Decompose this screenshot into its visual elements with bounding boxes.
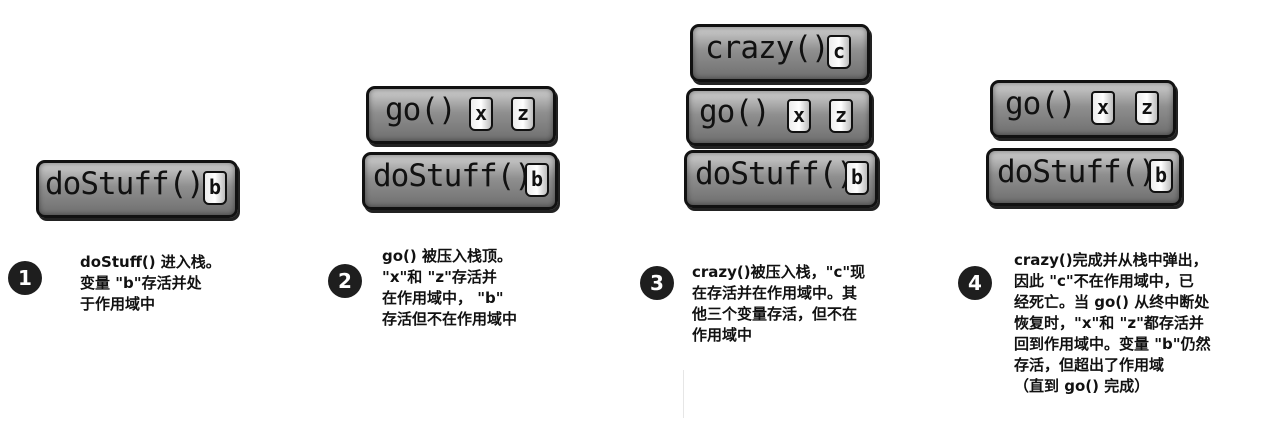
variable-cup-z: z: [1135, 91, 1159, 125]
variable-name: z: [1140, 95, 1154, 119]
frame-label: doStuff(): [45, 166, 205, 202]
variable-name: z: [834, 103, 848, 127]
step-number-badge: 1: [8, 261, 42, 295]
step-number-badge: 2: [328, 264, 362, 298]
variable-cup-b: b: [1149, 159, 1173, 193]
variable-name: z: [516, 101, 530, 125]
stack-frame-go: go() x z: [990, 80, 1176, 138]
variable-name: b: [208, 175, 222, 199]
frame-label: crazy(): [705, 30, 830, 66]
variable-cup-z: z: [829, 99, 853, 133]
frame-label: doStuff(): [997, 154, 1157, 190]
frame-label: go(): [1005, 86, 1077, 122]
step-number-badge: 3: [640, 266, 674, 300]
variable-name: x: [1096, 95, 1110, 119]
stack-frame-dostuff: doStuff() b: [684, 150, 878, 208]
variable-cup-b: b: [845, 161, 869, 195]
variable-cup-z: z: [511, 97, 535, 131]
variable-cup-x: x: [469, 97, 493, 131]
stack-frame-go: go() x z: [366, 86, 556, 144]
stack-frame-dostuff: doStuff() b: [36, 160, 238, 218]
variable-cup-c: c: [827, 35, 851, 69]
frame-label: go(): [385, 92, 457, 128]
step-number-badge: 4: [958, 266, 992, 300]
stack-frame-go: go() x z: [686, 88, 872, 146]
variable-name: b: [1154, 163, 1168, 187]
step-caption: doStuff() 进入栈。 变量 "b"存活并处 于作用域中: [80, 253, 221, 313]
variable-name: b: [850, 165, 864, 189]
stack-frame-dostuff: doStuff() b: [986, 148, 1182, 206]
variable-name: c: [832, 39, 846, 63]
variable-cup-x: x: [787, 99, 811, 133]
stack-frame-crazy: crazy() c: [690, 24, 870, 82]
variable-cup-x: x: [1091, 91, 1115, 125]
variable-name: b: [530, 167, 544, 191]
stack-frame-dostuff: doStuff() b: [362, 152, 558, 210]
step-caption: crazy()完成并从栈中弹出， 因此 "c"不在作用域中，已 经死亡。当 go…: [1014, 251, 1211, 395]
variable-name: x: [474, 101, 488, 125]
frame-label: doStuff(): [695, 156, 855, 192]
frame-label: go(): [699, 94, 771, 130]
step-caption: go() 被压入栈顶。 "x"和 "z"存活并 在作用域中， "b" 存活但不在…: [382, 247, 518, 328]
frame-label: doStuff(): [373, 158, 533, 194]
divider-line: [683, 370, 684, 418]
step-caption: crazy()被压入栈，"c"现 在存活并在作用域中。其 他三个变量存活，但不在…: [692, 263, 866, 344]
variable-cup-b: b: [525, 163, 549, 197]
variable-cup-b: b: [203, 171, 227, 205]
variable-name: x: [792, 103, 806, 127]
